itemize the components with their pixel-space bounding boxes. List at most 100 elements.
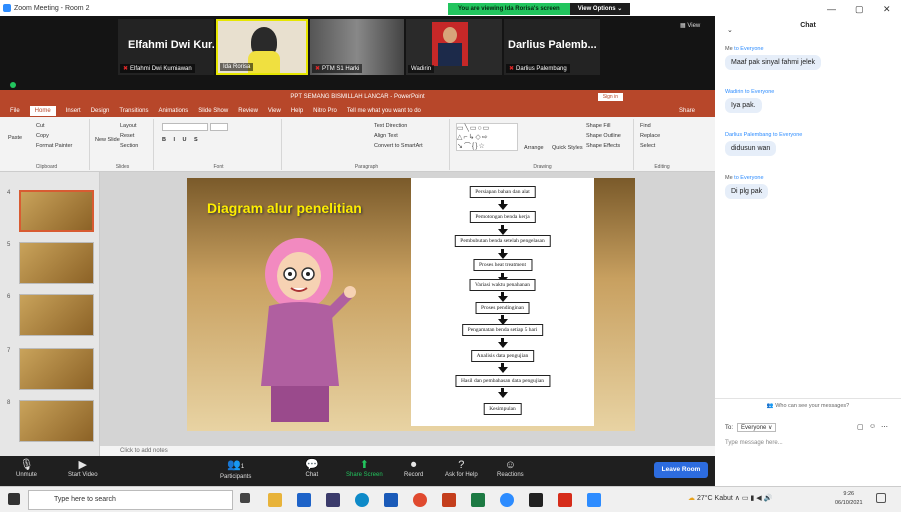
more-icon[interactable]: ⋯ (881, 423, 888, 431)
slide-thumbnail[interactable] (19, 242, 94, 284)
zoom-taskbar-icon[interactable] (587, 493, 601, 507)
recipient-dropdown[interactable]: Everyone ∨ (737, 423, 777, 432)
file-explorer-icon[interactable] (268, 493, 282, 507)
current-slide[interactable]: Diagram alur penelitian Persiapan bahan … (187, 178, 635, 431)
notifications-icon[interactable] (876, 493, 886, 503)
font-size-select[interactable] (210, 123, 228, 131)
unmute-button[interactable]: 🎙 Unmute (16, 458, 37, 478)
record-button[interactable]: ⏺ Record (404, 458, 423, 478)
shapes-gallery[interactable]: ▭╲▭○▭ △⌐↳◇⇨ ↘⌒{}☆ (456, 123, 518, 151)
flow-step: Pembubutan benda setelah pengelasan (454, 235, 551, 247)
layout-button[interactable]: Layout (120, 123, 137, 129)
ask-help-button[interactable]: ? Ask for Help (445, 458, 478, 478)
shape-effects-button[interactable]: Shape Effects (586, 143, 620, 149)
chrome-icon[interactable] (413, 493, 427, 507)
powerpoint-icon[interactable] (442, 493, 456, 507)
participant-tile[interactable]: Wadirin (406, 19, 502, 75)
who-can-see-link[interactable]: 👥 Who can see your messages? (715, 403, 901, 409)
view-button[interactable]: ▦ View (680, 22, 700, 29)
chat-message-input[interactable]: Type message here... (725, 440, 783, 446)
tab-review[interactable]: Review (238, 108, 258, 114)
emoji-icon[interactable]: ☺ (869, 423, 876, 430)
find-button[interactable]: Find (640, 123, 651, 129)
start-video-button[interactable]: ▶ Start Video (68, 458, 98, 478)
slide-thumbnail[interactable] (19, 294, 94, 336)
maximize-icon[interactable]: ▢ (855, 4, 864, 15)
shield-icon[interactable] (10, 82, 16, 88)
convert-smartart-button[interactable]: Convert to SmartArt (374, 143, 423, 149)
file-icon[interactable]: ▢ (857, 423, 864, 431)
tab-insert[interactable]: Insert (66, 108, 81, 114)
participant-tile[interactable]: ✖ PTM S1 Harki (310, 19, 404, 75)
flow-arrow (497, 388, 508, 398)
notes-pane[interactable]: Click to add notes (100, 446, 715, 456)
acrobat-icon[interactable] (558, 493, 572, 507)
align-text-button[interactable]: Align Text (374, 133, 398, 139)
system-tray[interactable]: ☁ 27°C Kabut ∧ ▭ ▮ ◀ 🔊 (688, 494, 772, 502)
close-icon[interactable]: ✕ (883, 4, 891, 15)
chat-button[interactable]: 💬 Chat (305, 458, 319, 478)
ppt-titlebar: PPT SEMANG BISMILLAH LANCAR - PowerPoint… (0, 90, 715, 104)
leave-room-button[interactable]: Leave Room (654, 462, 708, 478)
app-icon[interactable] (326, 493, 340, 507)
format-painter-button[interactable]: Format Painter (36, 143, 72, 149)
participant-tile[interactable]: Elfahmi Dwi Kur... ✖ Elfahmi Dwi Kurniawa… (118, 19, 214, 75)
tab-animations[interactable]: Animations (159, 108, 189, 114)
participant-tile-active[interactable]: Ida Rorisa (216, 19, 308, 75)
arrange-button[interactable]: Arrange (524, 145, 544, 151)
shape-outline-button[interactable]: Shape Outline (586, 133, 621, 139)
slide-thumbnail[interactable] (19, 348, 94, 390)
telegram-icon[interactable] (500, 493, 514, 507)
participants-button[interactable]: 👥1 Participants (220, 458, 251, 480)
tab-transitions[interactable]: Transitions (119, 108, 148, 114)
edge-icon[interactable] (355, 493, 369, 507)
app-icon[interactable] (529, 493, 543, 507)
font-format-buttons[interactable]: B I U S (162, 137, 201, 143)
participant-name: Darlius Palemb... (508, 39, 597, 51)
text-direction-button[interactable]: Text Direction (374, 123, 407, 129)
tell-me-search[interactable]: Tell me what you want to do (347, 108, 421, 114)
weather-icon: ☁ (688, 495, 697, 502)
tab-help[interactable]: Help (291, 108, 303, 114)
new-slide-button[interactable]: New Slide (95, 137, 120, 143)
share-screen-button[interactable]: ⬆ Share Screen (346, 458, 383, 478)
word-icon[interactable] (384, 493, 398, 507)
group-label: Drawing (533, 164, 552, 170)
slide-title: Diagram alur penelitian (207, 200, 362, 216)
select-button[interactable]: Select (640, 143, 655, 149)
signin-button[interactable]: Sign in (597, 93, 623, 101)
minimize-icon[interactable]: — (827, 4, 836, 14)
copy-button[interactable]: Copy (36, 133, 49, 139)
task-view-icon[interactable] (240, 493, 250, 503)
replace-button[interactable]: Replace (640, 133, 660, 139)
participant-photo-suit (438, 43, 462, 66)
view-options-button[interactable]: View Options ⌄ (569, 3, 631, 15)
slide-thumbnail[interactable] (19, 400, 94, 442)
taskbar-search[interactable]: Type here to search (28, 490, 233, 510)
store-icon[interactable] (297, 493, 311, 507)
slide-thumbnail-selected[interactable] (19, 190, 94, 232)
tab-nitro[interactable]: Nitro Pro (313, 108, 337, 114)
reactions-button[interactable]: ☺ Reactions (497, 458, 524, 478)
chat-bubble: Iya pak. (725, 98, 762, 113)
reset-button[interactable]: Reset (120, 133, 134, 139)
cut-button[interactable]: Cut (36, 123, 45, 129)
tab-file[interactable]: File (10, 108, 20, 114)
clipboard-group: Paste Cut Copy Format Painter Clipboard (4, 119, 90, 170)
font-name-select[interactable] (162, 123, 208, 131)
quick-styles-button[interactable]: Quick Styles (552, 145, 583, 151)
participant-tile[interactable]: Darlius Palemb... ✖ Darlius Palembang (504, 19, 600, 75)
tab-view[interactable]: View (268, 108, 281, 114)
system-clock[interactable]: 9:26 06/10/2021 (835, 490, 863, 508)
excel-icon[interactable] (471, 493, 485, 507)
share-button[interactable]: Share (679, 108, 695, 114)
shape-fill-button[interactable]: Shape Fill (586, 123, 610, 129)
flow-step: Analisis data pengujian (470, 350, 535, 362)
windows-start-icon[interactable] (8, 493, 20, 505)
section-button[interactable]: Section (120, 143, 138, 149)
muted-mic-icon: ✖ (315, 66, 321, 72)
tab-home[interactable]: Home (29, 105, 56, 116)
tab-slideshow[interactable]: Slide Show (198, 108, 228, 114)
tab-design[interactable]: Design (91, 108, 110, 114)
paste-button[interactable]: Paste (8, 135, 22, 141)
